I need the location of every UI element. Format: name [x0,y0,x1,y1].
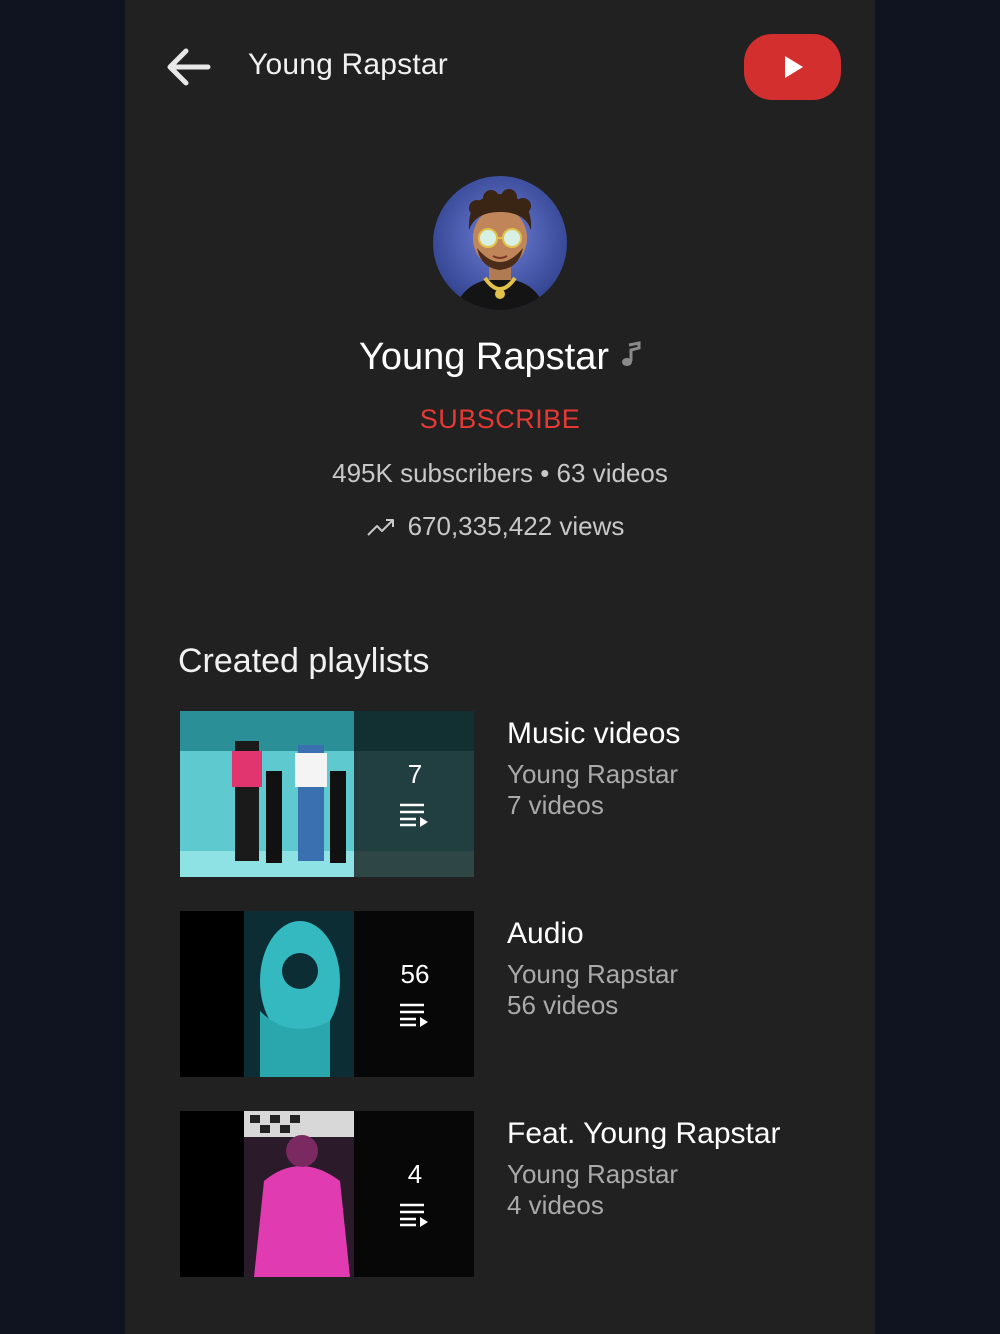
thumbnail-overlay [354,711,474,877]
playlist-title: Feat. Young Rapstar [507,1117,781,1150]
playlist-owner: Young Rapstar [507,759,679,789]
page-title: Young Rapstar [248,48,448,81]
youtube-play-icon [784,56,803,78]
playlist-item-music-videos[interactable]: 7 Music videos Young Rapstar 7 videos [180,711,820,877]
thumbnail-overlay [354,1111,474,1277]
playlist-video-count: 4 videos [507,1190,604,1220]
channel-avatar[interactable] [433,176,567,310]
arrow-left-icon [167,48,211,86]
channel-name: Young Rapstar [358,336,609,378]
thumbnail-overlay [354,911,474,1077]
playlist-owner: Young Rapstar [507,1159,679,1189]
playlist-thumbnail[interactable]: 56 [180,911,474,1077]
playlist-icon [400,803,428,827]
channel-screen: Young Rapstar Young Rapstar SUBSCRIBE 49… [125,0,875,1334]
playlist-video-count: 7 videos [507,790,604,820]
created-playlists-heading: Created playlists [178,642,430,680]
playlist-icon [400,1003,428,1027]
playlist-title: Music videos [507,717,681,750]
subscribe-button[interactable]: SUBSCRIBE [125,404,875,435]
playlist-video-count: 56 videos [507,990,619,1020]
youtube-logo-button[interactable] [744,34,841,100]
playlist-icon [400,1203,428,1227]
playlist-item-audio[interactable]: 56 Audio Young Rapstar 56 videos [180,911,820,1077]
thumbnail-video-count: 56 [400,959,430,989]
channel-stats: 495K subscribers • 63 videos [332,458,668,488]
back-button[interactable] [163,44,213,90]
trending-up-icon [366,518,394,536]
top-app-bar: Young Rapstar [125,0,875,135]
playlist-owner: Young Rapstar [507,959,679,989]
playlist-item-feat[interactable]: 4 Feat. Young Rapstar Young Rapstar 4 vi… [180,1111,820,1277]
channel-name-row: Young Rapstar [125,336,875,379]
thumbnail-video-count: 4 [407,1159,423,1189]
music-note-icon [622,340,641,366]
views-count: 670,335,422 views [407,511,625,541]
playlist-thumbnail[interactable]: 7 [180,711,474,877]
views-row: 670,335,422 views [125,511,875,542]
playlist-thumbnail[interactable]: 4 [180,1111,474,1277]
playlist-title: Audio [507,917,584,950]
thumbnail-video-count: 7 [407,759,423,789]
